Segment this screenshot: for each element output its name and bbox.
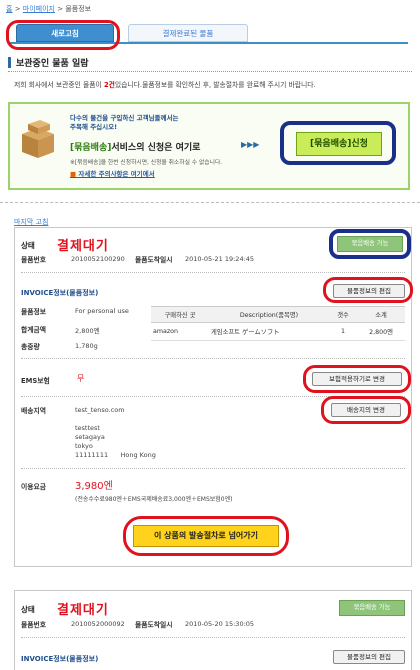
shipping-address: test_tenso.com testtest setagaya tokyo 1… (75, 406, 156, 460)
last-updated-link[interactable]: 마지막 고침 (14, 217, 48, 227)
banner-attention-text: 다수의 물건을 구입하신 고객님들께서는 주목해 주십시오! (70, 114, 178, 132)
highlight-ring-bundle-available (329, 229, 411, 259)
address-line: tokyo (75, 442, 93, 450)
fee-value: 3,980엔 (75, 481, 113, 492)
arrow-right-icon: ▶▶▶ (241, 140, 260, 149)
address-line: testtest (75, 424, 100, 432)
intro-text: 저희 회사에서 보관중인 물품이 2건있습니다.물품정보를 확인하신 후, 발송… (14, 79, 414, 89)
ems-insurance-value: 무 (77, 374, 85, 383)
divider (21, 637, 405, 638)
breadcrumb-mypage-link[interactable]: 마이페이지 (23, 5, 55, 13)
tab-paid-items[interactable]: 결제완료된 물품 (128, 24, 248, 42)
item-info-value: For personal use (75, 307, 129, 315)
divider (0, 202, 420, 203)
section-title: 보관중인 물품 일람 (16, 59, 89, 69)
address-line: setagaya (75, 433, 105, 441)
item-info-label: 물품정보 (21, 308, 47, 316)
banner-headline-service: [묶음배송] (70, 143, 112, 153)
divider (21, 358, 405, 359)
column-header: Description(품목명) (209, 306, 329, 323)
banner-attention-line: 주목해 주십시오! (70, 123, 118, 131)
edit-item-info-button[interactable]: 물품정보의 편집 (333, 650, 405, 664)
status-label: 상태 (21, 241, 35, 250)
stored-item-count: 2건 (103, 81, 115, 89)
table-cell: amazon (151, 322, 209, 341)
column-header: 갯수 (329, 306, 357, 323)
intro-text-part: 저희 회사에서 보관중인 물품이 (14, 81, 104, 89)
column-header: 구매하신 곳 (151, 306, 209, 323)
banner-note: ※[묶음배송]을 한번 신청하시면, 신청을 취소하실 수 없습니다. (70, 160, 223, 166)
address-line: 11111111 Hong Kong (75, 451, 156, 459)
order-card: 상태 결제대기 묶음배송 가능 물품번호 2010052100290 물품도착일… (14, 227, 413, 567)
item-number-label: 물품번호 (21, 621, 47, 629)
item-table: 구매하신 곳 Description(품목명) 갯수 소계 amazon 게임소… (151, 306, 405, 341)
status-label: 상태 (21, 605, 35, 614)
shipping-address-label: 배송지역 (21, 407, 47, 415)
table-cell: 2,800엔 (357, 322, 405, 341)
highlight-ring-apply (280, 121, 396, 165)
address-line (75, 415, 156, 424)
arrival-datetime: 2010-05-21 19:24:45 (185, 255, 255, 263)
breadcrumb-separator: > (14, 5, 21, 13)
arrival-label: 물품도착일시 (135, 621, 173, 629)
table-header-row: 구매하신 곳 Description(품목명) 갯수 소계 (151, 306, 405, 323)
banner-headline-rest: 서비스의 신청은 여기로 (111, 143, 201, 153)
highlight-ring-refresh (6, 20, 120, 50)
banner-attention-line: 다수의 물건을 구입하신 고객님들께서는 (70, 114, 179, 122)
invoice-title: INVOICE정보(물품정보) (21, 655, 99, 663)
divider (21, 272, 405, 273)
breadcrumb-separator: > (57, 5, 64, 13)
banner-headline: [묶음배송]서비스의 신청은 여기로 (70, 140, 200, 153)
status-value: 결제대기 (57, 239, 109, 254)
highlight-ring-address (321, 396, 411, 424)
table-cell: 게임소프트 ゲームソフト (209, 322, 329, 341)
section-marker (8, 57, 11, 68)
highlight-ring-insurance (303, 365, 411, 393)
total-weight-label: 총중량 (21, 343, 40, 351)
item-number-label: 물품번호 (21, 256, 47, 264)
total-amount-value: 2,800엔 (75, 327, 100, 335)
invoice-title: INVOICE정보(물품정보) (21, 289, 99, 297)
section-header: 보관중인 물품 일람 (8, 56, 412, 72)
precautions-link[interactable]: ■ 자세한 주의사항은 여기에서 (70, 168, 155, 178)
bundle-available-button[interactable]: 묶음배송 가능 (339, 600, 405, 616)
breadcrumb-home-link[interactable]: 홈 (6, 5, 12, 13)
breadcrumb-current: 물품정보 (65, 5, 92, 13)
divider (21, 468, 405, 469)
arrival-label: 물품도착일시 (135, 256, 173, 264)
ems-insurance-label: EMS보험 (21, 377, 50, 385)
highlight-ring-proceed (123, 516, 289, 556)
address-line: test_tenso.com (75, 406, 125, 414)
boxes-icon (22, 120, 54, 158)
table-cell: 1 (329, 322, 357, 341)
intro-text-part: 있습니다.물품정보를 확인하신 후, 발송절차를 완료해 주시기 바랍니다. (114, 81, 316, 89)
item-number: 2010052100290 (71, 255, 125, 263)
fee-label: 이용요금 (21, 483, 47, 491)
item-number: 2010052000092 (71, 620, 125, 628)
order-card: 상태 결제대기 묶음배송 가능 물품번호 2010052000092 물품도착일… (14, 590, 412, 670)
breadcrumb: 홈 > 마이페이지 > 물품정보 (6, 4, 91, 14)
status-value: 결제대기 (57, 603, 109, 618)
fee-breakdown: (전송수수료980엔＋EMS국제배송료3,000엔＋EMS보험0엔) (75, 496, 233, 503)
total-amount-label: 합계금액 (21, 326, 47, 334)
table-row: amazon 게임소프트 ゲームソフト 1 2,800엔 (151, 322, 405, 341)
column-header: 소계 (357, 306, 405, 323)
total-weight-value: 1,780g (75, 342, 98, 350)
highlight-ring-edit (323, 277, 413, 303)
arrival-datetime: 2010-05-20 15:30:05 (185, 620, 255, 628)
precautions-link-label: 자세한 주의사항은 여기에서 (78, 170, 155, 178)
